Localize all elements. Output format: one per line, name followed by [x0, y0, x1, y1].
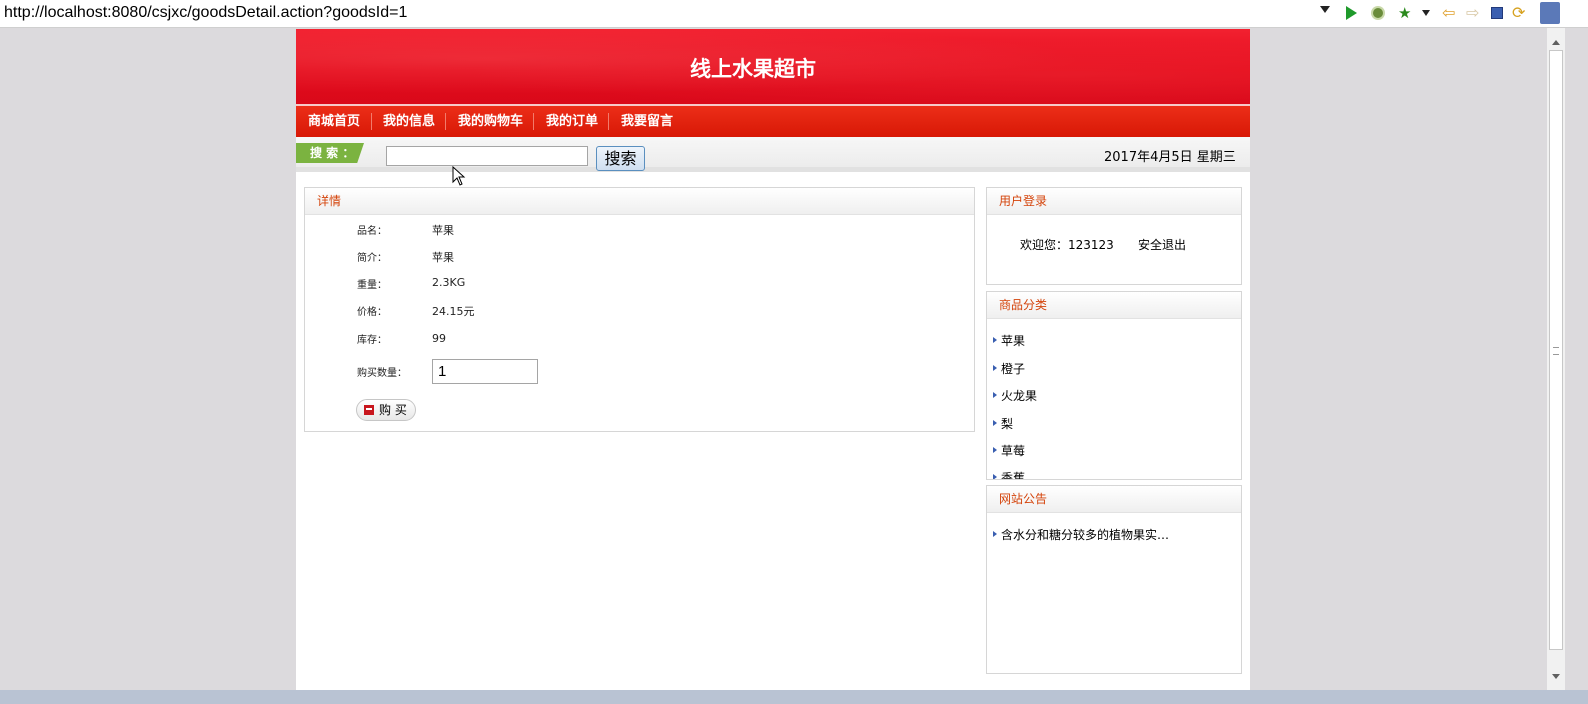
category-panel: 商品分类 苹果 橙子 火龙果 梨 草莓 香蕉: [986, 291, 1242, 480]
nav-leave-message[interactable]: 我要留言: [621, 106, 673, 137]
quantity-label: 购买数量：: [357, 368, 407, 379]
mouse-cursor-icon: [452, 166, 466, 186]
stock-value: 99: [432, 332, 446, 345]
buy-button[interactable]: 购 买: [356, 399, 416, 421]
welcome-text: 欢迎您：123123: [1020, 238, 1114, 252]
name-value: 苹果: [432, 224, 454, 237]
nav-separator: [445, 113, 446, 130]
chevron-down-icon[interactable]: [1320, 6, 1330, 13]
status-strip: [0, 690, 1588, 704]
debug-icon[interactable]: [1370, 5, 1386, 21]
nav-separator: [533, 113, 534, 130]
buy-icon: [364, 405, 374, 415]
vertical-scrollbar[interactable]: [1547, 28, 1565, 690]
grip-icon: [1553, 347, 1559, 355]
notice-title: 网站公告: [987, 486, 1241, 513]
category-item[interactable]: 橙子: [993, 360, 1025, 377]
nav-separator: [608, 113, 609, 130]
nav-my-cart[interactable]: 我的购物车: [458, 106, 523, 137]
search-bar: 搜 索 ： 搜索 2017年4月5日 星期三: [296, 137, 1250, 172]
address-bar[interactable]: http://localhost:8080/csjxc/goodsDetail.…: [0, 0, 1340, 26]
notice-item[interactable]: 含水分和糖分较多的植物果实…: [993, 526, 1169, 543]
login-title: 用户登录: [987, 188, 1241, 215]
category-title: 商品分类: [987, 292, 1241, 319]
search-button[interactable]: 搜索: [596, 146, 645, 171]
browser-toolbar: http://localhost:8080/csjxc/goodsDetail.…: [0, 0, 1588, 28]
detail-panel: 详情 品名： 苹果 简介： 苹果 重量： 2.3KG 价格： 24.15元 库存…: [304, 187, 975, 432]
nav-my-info[interactable]: 我的信息: [383, 106, 435, 137]
nav-my-orders[interactable]: 我的订单: [546, 106, 598, 137]
category-item[interactable]: 草莓: [993, 442, 1025, 459]
name-label: 品名：: [357, 226, 387, 237]
back-arrow-icon[interactable]: ⇦: [1442, 5, 1458, 21]
logout-link[interactable]: 安全退出: [1138, 236, 1186, 253]
price-label: 价格：: [357, 307, 387, 318]
weight-label: 重量：: [357, 280, 387, 291]
nav-home[interactable]: 商城首页: [308, 106, 360, 137]
nav-separator: [371, 113, 372, 130]
category-item[interactable]: 苹果: [993, 332, 1025, 349]
scroll-thumb[interactable]: [1549, 50, 1563, 650]
chevron-down-icon[interactable]: [1422, 10, 1430, 16]
login-panel: 用户登录 欢迎您：123123 安全退出: [986, 187, 1242, 285]
forward-arrow-icon[interactable]: ⇨: [1466, 5, 1482, 21]
notice-panel: 网站公告 含水分和糖分较多的植物果实…: [986, 485, 1242, 674]
search-input[interactable]: [386, 146, 588, 166]
category-item[interactable]: 香蕉: [993, 469, 1025, 479]
site-title: 线上水果超市: [690, 57, 816, 81]
search-label: 搜 索 ：: [296, 143, 364, 163]
weight-value: 2.3KG: [432, 276, 466, 289]
intro-label: 简介：: [357, 253, 387, 264]
header-banner: 线上水果超市: [296, 29, 1250, 104]
buy-button-label: 购 买: [379, 403, 407, 417]
stock-label: 库存：: [357, 335, 387, 346]
quantity-input[interactable]: [432, 359, 538, 384]
scroll-down-icon[interactable]: [1552, 674, 1560, 679]
detail-title: 详情: [305, 188, 974, 215]
current-date: 2017年4月5日 星期三: [1104, 150, 1236, 165]
main-nav: 商城首页 我的信息 我的购物车 我的订单 我要留言: [296, 106, 1250, 137]
scroll-up-icon[interactable]: [1552, 40, 1560, 45]
intro-value: 苹果: [432, 251, 454, 264]
page: 线上水果超市 商城首页 我的信息 我的购物车 我的订单 我要留言 搜 索 ： 搜…: [296, 29, 1250, 690]
star-icon[interactable]: ★: [1398, 5, 1414, 21]
stop-icon[interactable]: [1491, 7, 1503, 19]
refresh-icon[interactable]: ⟳: [1512, 5, 1528, 21]
category-item[interactable]: 火龙果: [993, 387, 1037, 404]
perspective-icon[interactable]: [1540, 2, 1560, 24]
category-item[interactable]: 梨: [993, 415, 1013, 432]
run-icon[interactable]: [1346, 6, 1357, 20]
price-value: 24.15元: [432, 305, 475, 318]
